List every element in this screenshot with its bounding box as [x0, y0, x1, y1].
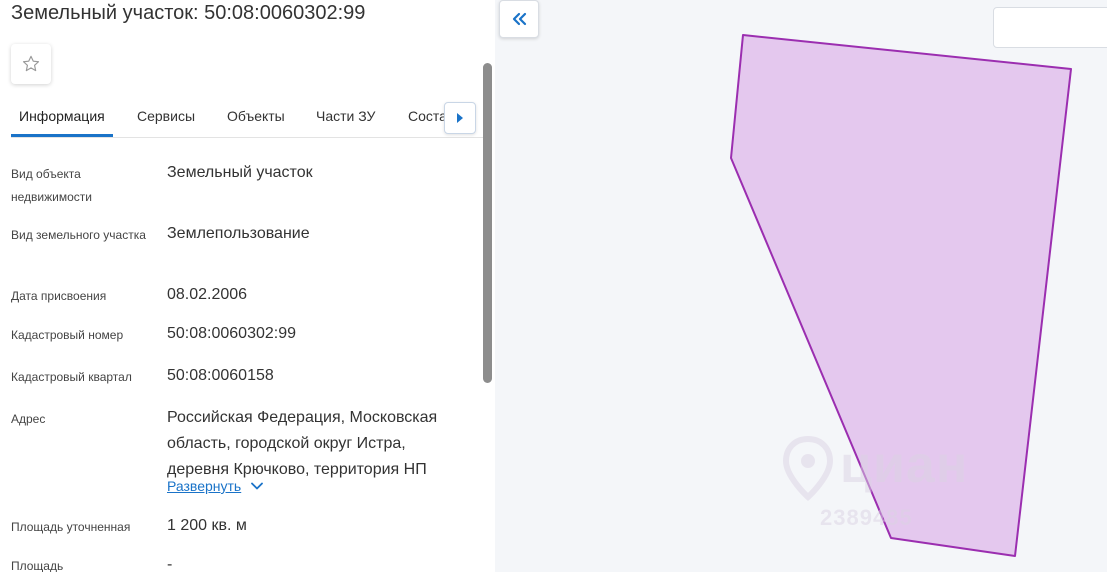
info-panel: Земельный участок: 50:08:0060302:99 Инфо… — [0, 0, 495, 572]
tabs-scroll-right-button[interactable] — [444, 102, 476, 134]
land-type-value: Землепользование — [167, 225, 310, 242]
active-tab-indicator — [11, 134, 113, 137]
watermark-brand: циан — [840, 436, 969, 494]
map-search-box[interactable] — [993, 7, 1107, 48]
assigned-date-label: Дата присвоения — [11, 289, 107, 303]
app-root: циан 2389485 Земельный участок: 50:08:00… — [0, 0, 1107, 572]
object-type-label: Вид объекта недвижимости — [11, 167, 92, 204]
assigned-date-value: 08.02.2006 — [167, 286, 248, 303]
double-chevron-left-icon — [512, 12, 527, 26]
location-pin-icon — [782, 435, 834, 502]
expand-label: Развернуть — [167, 478, 242, 494]
land-type-label: Вид земельного участка — [11, 228, 146, 242]
tab-objects[interactable]: Объекты — [227, 108, 285, 124]
address-value: Российская Федерация, Московская область… — [167, 409, 438, 478]
area-precise-label: Площадь уточненная — [11, 520, 131, 534]
cadastral-quarter-value: 50:08:0060158 — [167, 367, 274, 384]
expand-address-link[interactable]: Развернуть — [167, 478, 264, 494]
chevron-down-icon — [251, 482, 264, 490]
tab-parts[interactable]: Части ЗУ — [316, 108, 375, 124]
panel-scrollbar[interactable] — [483, 63, 492, 383]
cadastral-number-label: Кадастровый номер — [11, 328, 124, 342]
watermark-id: 2389485 — [820, 505, 913, 530]
tab-services[interactable]: Сервисы — [137, 108, 195, 124]
area-label: Площадь — [11, 559, 64, 572]
watermark: циан 2389485 — [780, 435, 1010, 535]
favorite-button[interactable] — [11, 44, 51, 84]
tab-bar: Информация Сервисы Объекты Части ЗУ Сост… — [11, 100, 483, 138]
page-title: Земельный участок: 50:08:0060302:99 — [11, 2, 366, 24]
chevron-right-icon — [457, 113, 463, 123]
tab-information[interactable]: Информация — [19, 108, 105, 124]
cadastral-number-value: 50:08:0060302:99 — [167, 325, 297, 342]
area-value: - — [167, 556, 173, 572]
area-precise-value: 1 200 кв. м — [167, 517, 247, 534]
address-label: Адрес — [11, 412, 46, 426]
collapse-panel-button[interactable] — [499, 0, 539, 38]
star-outline-icon — [22, 55, 40, 72]
cadastral-quarter-label: Кадастровый квартал — [11, 370, 132, 384]
object-type-value: Земельный участок — [167, 164, 313, 181]
